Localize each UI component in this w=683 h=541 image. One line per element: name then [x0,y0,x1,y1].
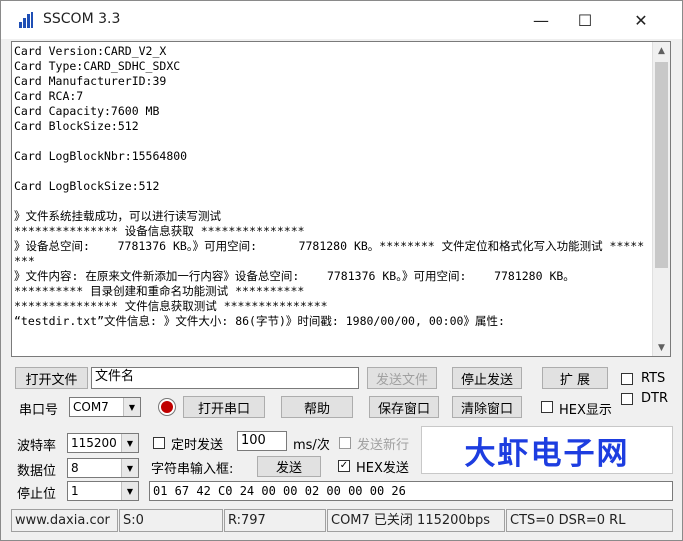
maximize-button[interactable]: ☐ [562,1,608,39]
interval-input[interactable]: 100 [237,431,287,451]
interval-unit-label: ms/次 [293,438,330,453]
receive-log[interactable]: Card Version:CARD_V2_X Card Type:CARD_SD… [11,41,671,357]
hex-send-label: HEX发送 [356,461,409,476]
send-file-button[interactable]: 发送文件 [367,367,437,389]
rts-checkbox[interactable] [621,373,633,385]
send-newline-checkbox[interactable] [339,437,351,449]
record-icon [158,398,176,416]
send-newline-label: 发送新行 [357,438,410,453]
scroll-down-arrow-icon[interactable]: ▼ [653,339,670,356]
status-signals: CTS=0 DSR=0 RL [506,509,673,532]
close-button[interactable]: ✕ [618,1,664,39]
port-value: COM7 [73,400,109,414]
status-website: www.daxia.cor [11,509,118,532]
string-input-label: 字符串输入框: [151,462,234,477]
dtr-checkbox[interactable] [621,393,633,405]
hex-display-checkbox[interactable] [541,401,553,413]
hex-send-checkbox[interactable]: ✓ [338,460,350,472]
rts-label: RTS [641,371,666,386]
chevron-down-icon[interactable]: ▼ [123,398,140,416]
sscom-window: SSCOM 3.3 — ☐ ✕ Card Version:CARD_V2_X C… [0,0,683,541]
baud-value: 115200 [71,436,117,450]
clear-window-button[interactable]: 清除窗口 [452,396,522,418]
extend-button[interactable]: 扩 展 [542,367,608,389]
filename-input[interactable]: 文件名 [91,367,359,389]
window-title: SSCOM 3.3 [43,11,121,27]
help-button[interactable]: 帮助 [281,396,353,418]
status-sent-count: S:0 [119,509,223,532]
log-scrollbar[interactable]: ▲ ▼ [652,42,670,356]
port-label: 串口号 [19,403,59,418]
save-window-button[interactable]: 保存窗口 [369,396,439,418]
databits-value: 8 [71,461,79,475]
dtr-label: DTR [641,391,668,406]
stopbits-value: 1 [71,484,79,498]
stop-send-button[interactable]: 停止发送 [452,367,522,389]
baud-label: 波特率 [17,439,57,454]
scroll-thumb[interactable] [655,62,668,268]
hex-display-label: HEX显示 [559,403,612,418]
databits-select[interactable]: 8 ▼ [67,458,139,478]
scroll-up-arrow-icon[interactable]: ▲ [653,42,670,59]
baud-select[interactable]: 115200 ▼ [67,433,139,453]
port-select[interactable]: COM7 ▼ [69,397,141,417]
status-port: COM7 已关闭 115200bps [327,509,505,532]
title-bar[interactable]: SSCOM 3.3 — ☐ ✕ [1,1,682,39]
stopbits-select[interactable]: 1 ▼ [67,481,139,501]
stopbits-label: 停止位 [17,487,57,502]
open-file-button[interactable]: 打开文件 [15,367,88,389]
send-button[interactable]: 发送 [257,456,321,477]
timed-send-label: 定时发送 [171,438,224,453]
timed-send-checkbox[interactable] [153,437,165,449]
open-port-button[interactable]: 打开串口 [183,396,265,418]
chevron-down-icon[interactable]: ▼ [121,434,138,452]
app-icon [19,12,33,28]
brand-logo: 大虾电子网 [421,426,673,474]
databits-label: 数据位 [17,464,57,479]
receive-log-text: Card Version:CARD_V2_X Card Type:CARD_SD… [14,44,645,328]
minimize-button[interactable]: — [518,1,564,39]
chevron-down-icon[interactable]: ▼ [121,482,138,500]
status-received-count: R:797 [224,509,326,532]
send-data-input[interactable]: 01 67 42 C0 24 00 00 02 00 00 00 26 [149,481,673,501]
chevron-down-icon[interactable]: ▼ [121,459,138,477]
